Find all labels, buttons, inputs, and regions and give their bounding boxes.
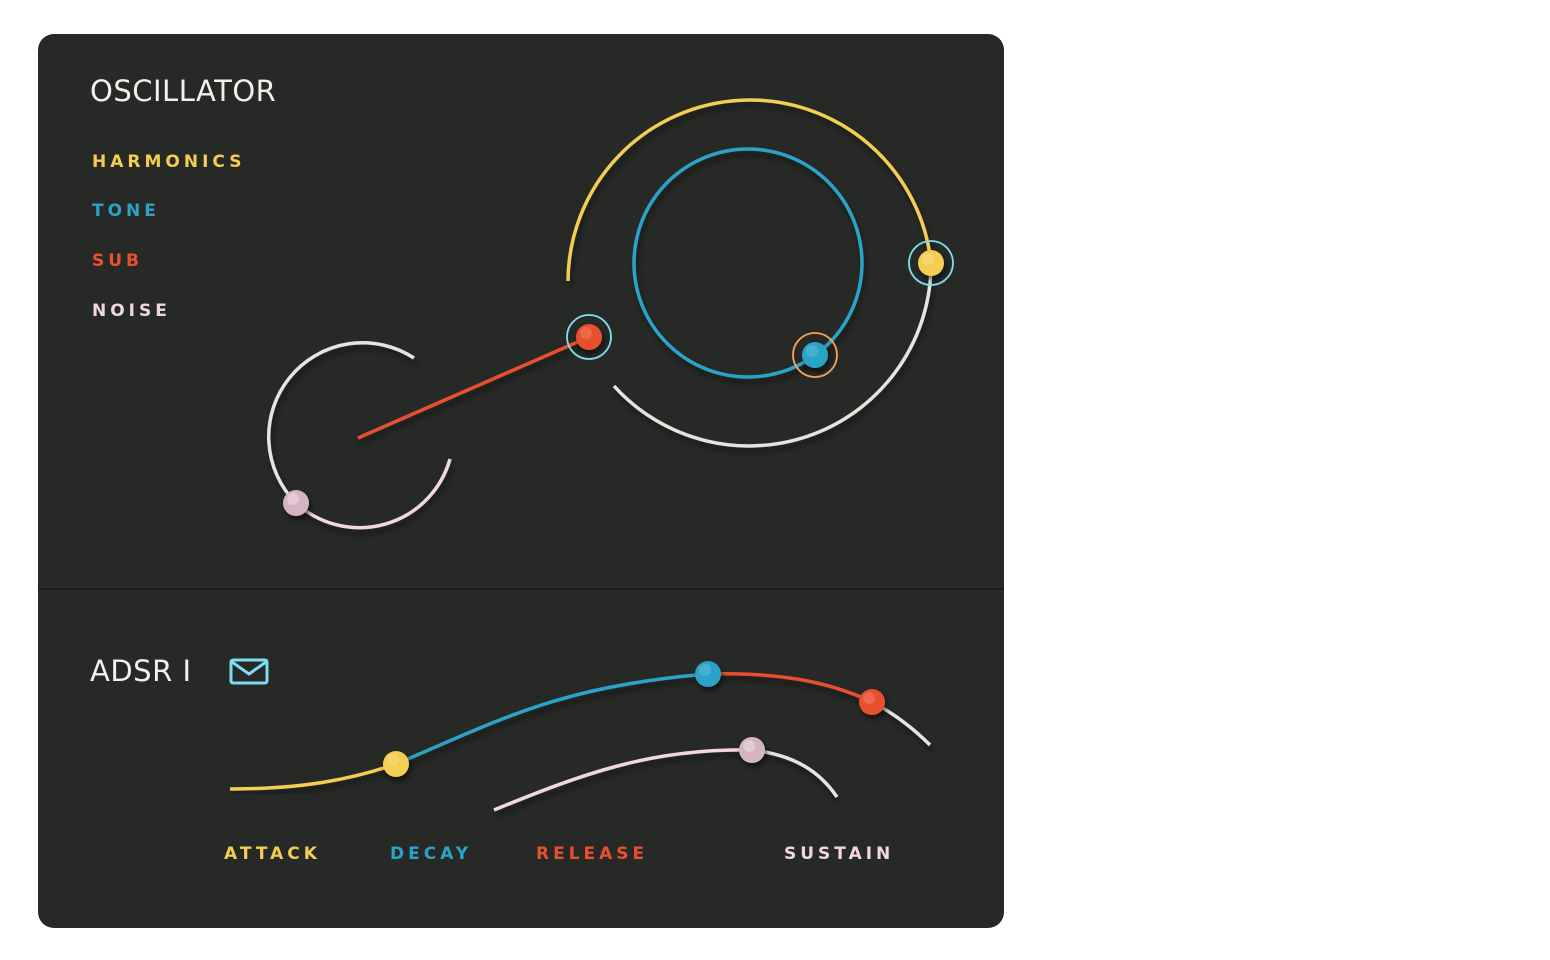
adsr-title: ADSR I (90, 654, 192, 688)
release-knob-handle[interactable] (856, 686, 888, 718)
adsr-label-release: RELEASE (536, 844, 649, 864)
section-divider (38, 588, 1004, 590)
legend-noise: NOISE (92, 301, 171, 321)
harmonics-knob-handle[interactable] (909, 241, 953, 285)
attack-knob-handle[interactable] (380, 748, 412, 780)
sustain-knob-handle[interactable] (736, 734, 768, 766)
legend-harmonics: HARMONICS (92, 152, 246, 172)
sub-knob-handle[interactable] (567, 315, 611, 359)
adsr-label-decay: DECAY (390, 844, 473, 864)
oscillator-title: OSCILLATOR (90, 74, 277, 108)
mail-icon[interactable] (228, 655, 270, 687)
tone-knob-handle[interactable] (793, 333, 837, 377)
legend-sub: SUB (92, 251, 144, 271)
noise-knob-handle[interactable] (280, 487, 312, 519)
adsr-label-attack: ATTACK (224, 844, 321, 864)
decay-knob-handle[interactable] (692, 658, 724, 690)
legend-tone: TONE (92, 201, 160, 221)
adsr-label-sustain: SUSTAIN (784, 844, 895, 864)
